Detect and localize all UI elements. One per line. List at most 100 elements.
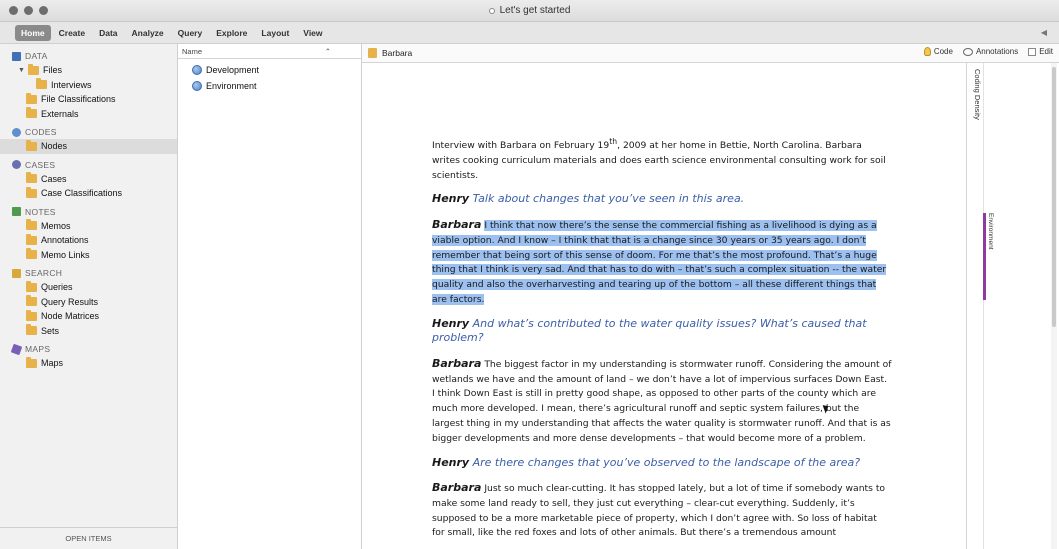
open-items-toggle[interactable]: OPEN ITEMS	[0, 527, 177, 549]
question-paragraph: Henry Talk about changes that you’ve see…	[432, 192, 892, 207]
folder-icon	[26, 139, 37, 151]
nav-section-data[interactable]: DATA	[0, 49, 177, 63]
nav-item-label: Sets	[41, 325, 60, 336]
sort-ascending-icon[interactable]: ⌃	[325, 47, 331, 56]
notes-icon	[12, 207, 21, 216]
tab-home[interactable]: Home	[15, 24, 51, 41]
folder-icon	[26, 233, 37, 245]
folder-icon	[26, 280, 37, 292]
navigation-panel: DATA ▼ Files Interviews File Classificat…	[0, 44, 178, 549]
maps-icon	[10, 343, 23, 355]
nav-item-cases[interactable]: Cases	[0, 172, 177, 187]
edit-checkbox[interactable]	[1028, 47, 1037, 56]
document-text[interactable]: Interview with Barbara on February 19th,…	[432, 135, 892, 549]
nav-item-label: Interviews	[51, 79, 92, 90]
folder-icon	[26, 107, 37, 119]
collapse-ribbon-icon[interactable]: ◀	[1041, 28, 1047, 37]
nav-section-search[interactable]: SEARCH	[0, 266, 177, 280]
nav-item-memos[interactable]: Memos	[0, 219, 177, 234]
question-paragraph: Henry Are there changes that you’ve obse…	[432, 456, 892, 471]
tab-analyze[interactable]: Analyze	[126, 25, 170, 41]
nav-section-label: CASES	[25, 159, 56, 170]
annotations-button[interactable]: Annotations	[962, 47, 1019, 56]
nav-item-nodes[interactable]: Nodes	[0, 139, 177, 154]
tab-data[interactable]: Data	[93, 25, 123, 41]
window-title: Let's get started	[499, 5, 571, 16]
document-name: Barbara	[382, 48, 413, 58]
nav-item-label: Node Matrices	[41, 311, 100, 322]
list-item-label: Environment	[206, 81, 257, 91]
intro-superscript: th	[609, 137, 618, 146]
scrollbar-thumb[interactable]	[1052, 67, 1056, 327]
nav-section-maps[interactable]: MAPS	[0, 342, 177, 356]
nav-item-label: Cases	[41, 173, 67, 184]
annotations-label: Annotations	[975, 47, 1019, 56]
list-item[interactable]: Environment	[178, 78, 361, 94]
detail-toolbar: Code Annotations Edit	[923, 47, 1053, 56]
tab-layout[interactable]: Layout	[255, 25, 295, 41]
nav-item-node-matrices[interactable]: Node Matrices	[0, 309, 177, 324]
edit-toggle[interactable]: Edit	[1028, 47, 1053, 56]
question-text: And what’s contributed to the water qual…	[432, 316, 867, 345]
tab-query[interactable]: Query	[172, 25, 209, 41]
answer-text: The biggest factor in my understanding i…	[432, 358, 892, 444]
close-window-button[interactable]	[9, 6, 18, 15]
nav-section-notes[interactable]: NOTES	[0, 205, 177, 219]
tab-explore[interactable]: Explore	[210, 25, 253, 41]
nav-item-file-classifications[interactable]: File Classifications	[0, 92, 177, 107]
document-tab[interactable]: Barbara	[362, 48, 412, 58]
nav-item-files[interactable]: ▼ Files	[0, 63, 177, 78]
tab-create[interactable]: Create	[53, 25, 91, 41]
nav-item-label: Queries	[41, 282, 73, 293]
folder-icon	[26, 309, 37, 321]
nav-item-label: Case Classifications	[41, 188, 123, 199]
code-button[interactable]: Code	[923, 47, 953, 56]
cases-icon	[12, 160, 21, 169]
nav-item-queries[interactable]: Queries	[0, 280, 177, 295]
question-paragraph: Henry And what’s contributed to the wate…	[432, 317, 892, 346]
nav-item-annotations[interactable]: Annotations	[0, 233, 177, 248]
window-title-wrap: Let's get started	[488, 5, 571, 16]
column-header-name[interactable]: Name	[182, 47, 202, 56]
nav-item-interviews[interactable]: Interviews	[0, 78, 177, 93]
expand-caret-icon[interactable]: ▼	[18, 67, 25, 74]
zoom-window-button[interactable]	[39, 6, 48, 15]
nav-section-label: MAPS	[25, 344, 51, 354]
document-icon	[368, 48, 377, 58]
project-icon	[488, 7, 495, 14]
nav-item-memo-links[interactable]: Memo Links	[0, 248, 177, 263]
interviewer-name: Henry	[432, 316, 470, 330]
ribbon-tab-bar: Home Create Data Analyze Query Explore L…	[0, 22, 1059, 44]
highlighted-coded-text[interactable]: I think that now there’s the sense the c…	[432, 219, 887, 305]
nav-item-maps[interactable]: Maps	[0, 356, 177, 371]
interviewer-name: Henry	[432, 455, 470, 469]
coding-density-label: Coding Density	[973, 69, 982, 120]
nav-section-codes[interactable]: CODES	[0, 125, 177, 139]
document-view[interactable]: Interview with Barbara on February 19th,…	[362, 63, 966, 549]
nav-item-case-classifications[interactable]: Case Classifications	[0, 186, 177, 201]
list-item[interactable]: Development	[178, 62, 361, 78]
folder-icon	[26, 172, 37, 184]
nav-section-label: DATA	[25, 51, 48, 61]
nav-item-sets[interactable]: Sets	[0, 324, 177, 339]
minimize-window-button[interactable]	[24, 6, 33, 15]
codes-icon	[12, 127, 21, 137]
tab-view[interactable]: View	[297, 25, 328, 41]
code-label: Code	[933, 47, 953, 56]
environment-coding-stripe[interactable]	[983, 213, 986, 300]
edit-label: Edit	[1039, 47, 1053, 56]
nav-section-cases[interactable]: CASES	[0, 158, 177, 172]
nav-section-label: CODES	[25, 127, 57, 137]
nav-item-externals[interactable]: Externals	[0, 107, 177, 122]
list-column-header[interactable]: Name ⌃	[178, 44, 361, 59]
search-icon	[12, 268, 21, 278]
lightbulb-icon	[923, 47, 931, 56]
title-bar: Let's get started	[0, 0, 1059, 22]
nav-item-label: Memo Links	[41, 249, 90, 260]
question-text: Talk about changes that you’ve seen in t…	[472, 192, 745, 206]
nav-item-query-results[interactable]: Query Results	[0, 295, 177, 310]
nav-section-label: SEARCH	[25, 268, 63, 278]
folder-icon	[26, 248, 37, 260]
answer-paragraph: Barbara The biggest factor in my underst…	[432, 357, 892, 447]
question-text: Are there changes that you’ve observed t…	[472, 455, 861, 469]
